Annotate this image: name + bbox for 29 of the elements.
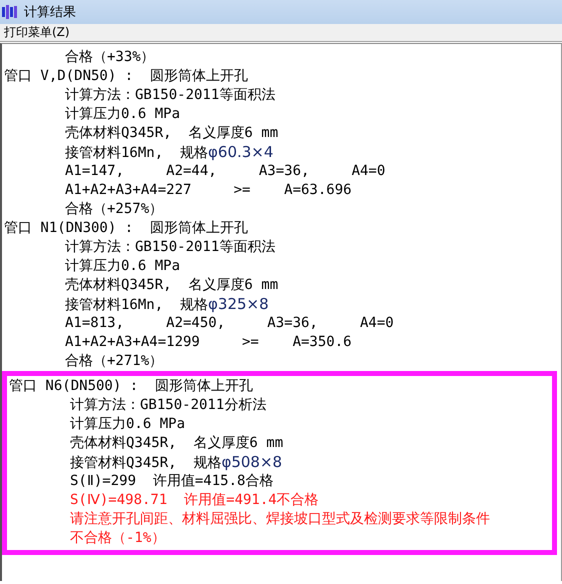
result-line: 计算压力0.6 MPa <box>65 105 180 124</box>
result-line: 管口 N6(DN500) : 圆形筒体上开孔 <box>9 377 254 396</box>
result-line: 管口 N1(DN300) : 圆形筒体上开孔 <box>4 219 248 238</box>
result-line: S(Ⅳ)=498.71 许用值=491.4不合格 <box>70 491 319 510</box>
result-line: A1+A2+A3+A4=227 >= A=63.696 <box>65 181 352 200</box>
result-line: 管口 V,D(DN50) : 圆形筒体上开孔 <box>4 67 248 86</box>
result-line: 合格（+33%） <box>65 48 155 67</box>
result-line: 不合格（-1%） <box>70 529 166 548</box>
result-line: 接管材料16Mn, 规格φ325×8 <box>65 295 269 315</box>
result-line: 请注意开孔间距、材料屈强比、焊接坡口型式及检测要求等限制条件 <box>70 510 490 529</box>
result-line: 壳体材料Q345R, 名义厚度6 mm <box>70 434 284 453</box>
result-line: A1+A2+A3+A4=1299 >= A=350.6 <box>65 333 352 352</box>
window-title: 计算结果 <box>24 4 76 21</box>
result-line: 合格（+271%） <box>65 352 164 371</box>
result-line: 计算方法：GB150-2011分析法 <box>70 396 266 415</box>
result-line: 合格（+257%） <box>65 200 164 219</box>
result-line: 计算方法：GB150-2011等面积法 <box>65 238 276 257</box>
result-line: 壳体材料Q345R, 名义厚度6 mm <box>65 276 278 295</box>
result-line: A1=813, A2=450, A3=36, A4=0 <box>65 314 394 333</box>
result-line: 计算压力0.6 MPa <box>70 415 186 434</box>
result-line: 计算压力0.6 MPa <box>65 257 180 276</box>
result-line: 接管材料16Mn, 规格φ60.3×4 <box>65 143 274 163</box>
result-line: 计算方法：GB150-2011等面积法 <box>65 86 276 105</box>
result-line: 壳体材料Q345R, 名义厚度6 mm <box>65 124 278 143</box>
result-line: S(Ⅱ)=299 许用值=415.8合格 <box>70 472 274 491</box>
result-line: A1=147, A2=44, A3=36, A4=0 <box>65 162 386 181</box>
app-icon <box>2 5 18 19</box>
result-line: 接管材料Q345R, 规格φ508×8 <box>70 453 282 473</box>
menu-item[interactable]: 打印菜单(Z) <box>0 24 74 41</box>
